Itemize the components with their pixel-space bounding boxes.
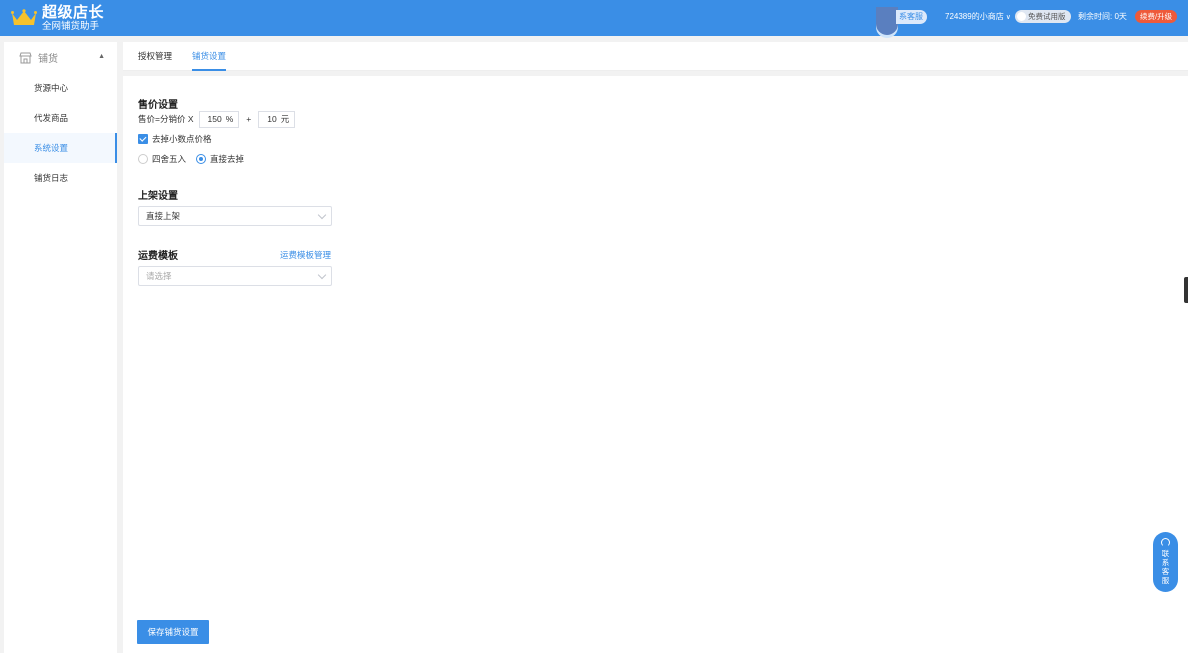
remove-decimal-option[interactable]: 去掉小数点价格 (138, 133, 212, 145)
radio-truncate-label[interactable]: 直接去掉 (210, 153, 244, 165)
float-char: 联 (1161, 549, 1170, 558)
sidebar-item-source-center[interactable]: 货源中心 (4, 73, 117, 103)
price-section-title: 售价设置 (138, 100, 178, 111)
sidebar-item-dropship-products[interactable]: 代发商品 (4, 103, 117, 133)
formula-label: 售价=分销价 X (138, 114, 194, 124)
percent-input[interactable]: 150 % (198, 110, 240, 128)
shipping-section-title: 运费模板 (138, 251, 178, 262)
contact-service-pill[interactable]: 系客服 (896, 10, 927, 24)
radio-round-half-up[interactable] (138, 154, 148, 164)
float-char: 系 (1161, 558, 1170, 567)
chevron-down-icon: ∨ (1005, 14, 1011, 21)
brand-logo[interactable]: 超级店长 全网铺货助手 (11, 3, 104, 33)
brand-subtitle: 全网铺货助手 (42, 20, 100, 32)
shipping-template-manage-link[interactable]: 运费模板管理 (280, 249, 331, 261)
float-char: 服 (1161, 576, 1170, 585)
trial-badge: 免费试用版 (1015, 10, 1071, 23)
remove-decimal-checkbox[interactable] (138, 134, 148, 144)
add-amount-input[interactable]: 10 元 (258, 110, 296, 128)
shipping-template-select[interactable]: 请选择 (138, 266, 332, 286)
crown-icon (11, 9, 37, 25)
percent-unit: % (225, 114, 234, 124)
shipping-placeholder: 请选择 (146, 271, 172, 281)
rounding-options: 四舍五入 直接去掉 (138, 153, 244, 165)
add-value: 10 (267, 114, 277, 124)
add-unit: 元 (280, 114, 290, 124)
percent-value: 150 (207, 114, 222, 124)
top-header: 超级店长 全网铺货助手 系客服 724389的小商店 ∨ 免费试用版 剩余时间: … (0, 0, 1188, 36)
sidebar-item-system-settings[interactable]: 系统设置 (4, 133, 117, 163)
chevron-down-icon (317, 270, 327, 280)
tab-authorization[interactable]: 授权管理 (138, 42, 172, 71)
headset-icon (1161, 538, 1170, 547)
chevron-down-icon (317, 210, 327, 220)
tab-bar: 授权管理 铺货设置 (123, 42, 1188, 71)
edge-handle[interactable] (1184, 277, 1188, 303)
trial-dot (1017, 12, 1026, 21)
shop-name: 724389的小商店 (945, 12, 1004, 21)
remove-decimal-label: 去掉小数点价格 (152, 134, 212, 144)
sidebar-group-header[interactable]: 铺货 ▲ (4, 42, 117, 73)
radio-round-half-up-label[interactable]: 四舍五入 (152, 153, 186, 165)
store-icon (19, 52, 32, 63)
radio-truncate[interactable] (196, 154, 207, 164)
chevron-up-icon: ▲ (98, 53, 105, 60)
remaining-time: 剩余时间: 0天 (1078, 12, 1127, 21)
shop-selector[interactable]: 724389的小商店 ∨ (945, 11, 1011, 24)
price-formula: 售价=分销价 X 150 % + 10 元 (138, 110, 296, 128)
float-char: 客 (1161, 567, 1170, 576)
listing-select[interactable]: 直接上架 (138, 206, 332, 226)
settings-panel: 售价设置 售价=分销价 X 150 % + 10 元 去掉小数点价格 四舍五入 … (123, 76, 1188, 653)
listing-selected-value: 直接上架 (146, 211, 181, 221)
sidebar-item-listing-log[interactable]: 铺货日志 (4, 163, 117, 193)
sidebar: 铺货 ▲ 货源中心 代发商品 系统设置 铺货日志 (4, 42, 117, 653)
sidebar-group-label: 铺货 (38, 54, 58, 65)
plus-sign: + (246, 114, 252, 124)
tab-listing-settings[interactable]: 铺货设置 (192, 42, 227, 71)
brand-title: 超级店长 (42, 3, 105, 21)
trial-label: 免费试用版 (1028, 12, 1066, 21)
upgrade-button[interactable]: 续费/升级 (1135, 10, 1178, 23)
save-settings-button[interactable]: 保存铺货设置 (137, 620, 209, 644)
floating-contact-service-button[interactable]: 联 系 客 服 (1153, 532, 1178, 592)
listing-section-title: 上架设置 (138, 191, 178, 202)
service-avatar[interactable] (876, 7, 898, 35)
